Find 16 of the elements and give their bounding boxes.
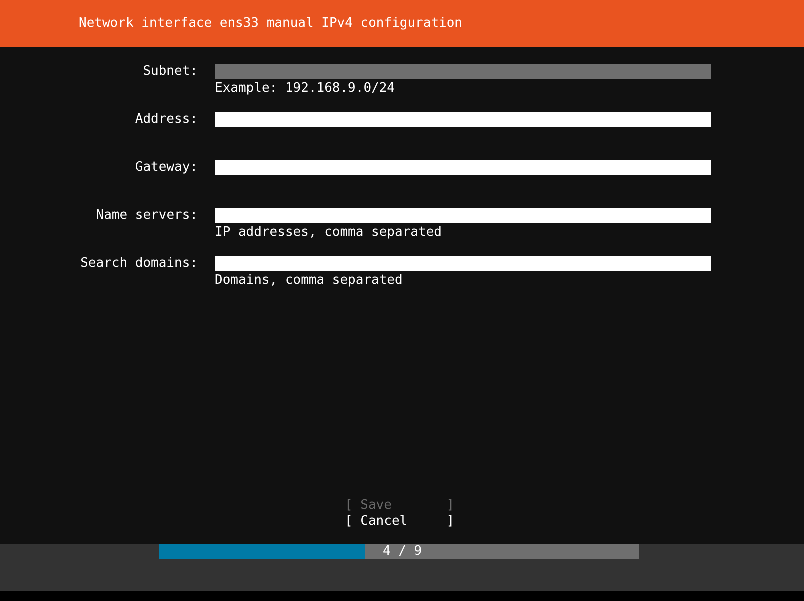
field-hint: Domains, comma separated — [215, 273, 404, 288]
field-label: Address: — [134, 112, 198, 129]
progress-text: 4 / 9 — [383, 544, 422, 559]
text-button[interactable]: [ Cancel ] — [345, 514, 455, 530]
input-field[interactable] — [215, 256, 711, 271]
input-field[interactable] — [215, 64, 711, 79]
input-field[interactable] — [215, 160, 711, 175]
field-hint: IP addresses, comma separated — [215, 225, 443, 240]
field-label: Subnet: — [142, 64, 198, 81]
field-label: Search domains: — [80, 256, 198, 273]
field-hint: Example: 192.168.9.0/24 — [215, 81, 396, 96]
window-title: Network interface ens33 manual IPv4 configuration — [79, 16, 463, 32]
field-label: Name servers: — [95, 208, 198, 225]
field-label: Gateway: — [134, 160, 198, 177]
input-field[interactable] — [215, 112, 711, 127]
input-field[interactable] — [215, 208, 711, 223]
